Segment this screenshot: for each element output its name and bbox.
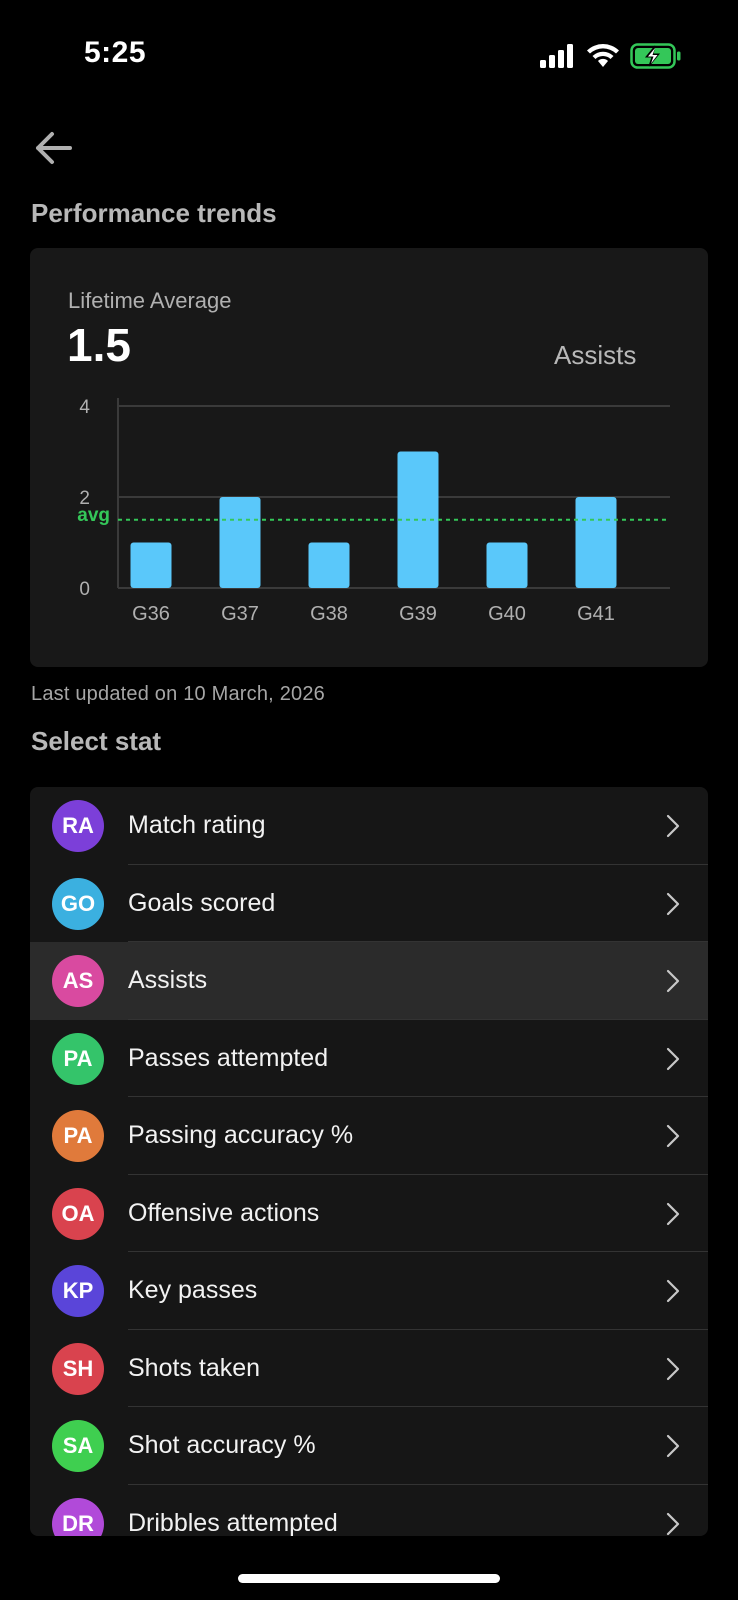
chevron-right-icon [666,1047,680,1070]
selected-stat-label: Assists [554,340,637,370]
bar [486,542,528,588]
stat-row-label: Passes attempted [128,1043,329,1072]
lifetime-average-value: 1.5 [67,319,131,371]
stat-badge: PA [52,1032,104,1085]
stat-row[interactable]: PA Passes attempted [30,1020,708,1097]
stat-badge: SH [52,1342,104,1395]
stat-row-label: Key passes [128,1276,258,1304]
chevron-right-icon [666,1434,680,1458]
stat-row-label: Shots taken [128,1353,261,1382]
stat-row[interactable]: KP Key passes [30,1252,708,1330]
chevron-right-icon [666,1512,680,1535]
status-time: 5:25 [84,36,147,69]
stat-row[interactable]: DR Dribbles attempted [30,1485,708,1537]
bar [130,542,172,588]
chevron-right-icon [666,969,680,993]
bar [219,497,261,588]
chevron-right-icon [666,1357,680,1380]
stat-row[interactable]: OA Offensive actions [30,1175,708,1252]
x-tick-label: G41 [577,603,615,625]
stat-row[interactable]: RA Match rating [30,787,708,865]
chevron-right-icon [666,814,680,838]
chevron-right-icon [666,1202,680,1225]
back-arrow-icon [36,132,72,164]
x-tick-label: G38 [310,603,348,625]
section-title-performance-trends: Performance trends [31,198,277,228]
last-updated-text: Last updated on 10 March, 2026 [31,683,325,705]
stat-row-label: Passing accuracy % [128,1121,354,1149]
x-tick-label: G40 [488,603,526,625]
bar [575,497,617,588]
stat-row[interactable]: GO Goals scored [30,865,708,942]
assists-bar-chart: 024G36 G37 G38 G39 G40 G41avg [77,397,670,625]
stat-row-label: Shot accuracy % [128,1431,316,1459]
x-tick-label: G39 [399,603,437,625]
x-tick-label: G36 [132,603,170,625]
home-indicator [238,1574,500,1583]
battery-charging-icon [630,43,681,69]
stat-badge: RA [52,800,104,852]
x-tick-label: G37 [221,603,259,625]
chevron-right-icon [666,1124,680,1148]
stat-badge: KP [52,1265,104,1317]
cellular-signal-icon [540,44,573,68]
stat-badge: OA [52,1187,104,1240]
y-tick-label: 4 [79,397,90,418]
section-title-select-stat: Select stat [31,726,162,756]
stat-row-label: Goals scored [128,888,276,917]
bar [308,542,350,588]
status-bar: 5:25 [0,0,738,110]
performance-chart-card: Lifetime Average 1.5 Assists 0 2 4 G36 G37 G3… [30,248,708,667]
stat-row[interactable]: AS Assists [30,942,708,1020]
status-icons [540,38,682,74]
average-label: avg [77,505,110,526]
stat-row-label: Assists [128,966,208,994]
chevron-right-icon [666,1279,680,1303]
stat-row[interactable]: PA Passing accuracy % [30,1097,708,1175]
stat-row-label: Offensive actions [128,1198,320,1227]
stat-list: RA Match rating GO Goals scored AS Assists PA P… [30,787,708,1536]
stat-row-label: Dribbles attempted [128,1508,338,1537]
stat-badge: PA [52,1110,104,1162]
back-button[interactable] [30,124,78,172]
stat-badge: GO [52,877,104,930]
stat-badge: SA [52,1420,104,1472]
chevron-right-icon [666,892,680,915]
stat-row[interactable]: SA Shot accuracy % [30,1407,708,1485]
y-tick-label: 0 [79,579,90,600]
stat-badge: AS [52,955,104,1007]
stat-row[interactable]: SH Shots taken [30,1330,708,1407]
stat-badge: DR [52,1497,104,1536]
stat-row-label: Match rating [128,811,266,839]
lifetime-average-label: Lifetime Average [68,288,232,313]
wifi-icon [587,44,619,67]
